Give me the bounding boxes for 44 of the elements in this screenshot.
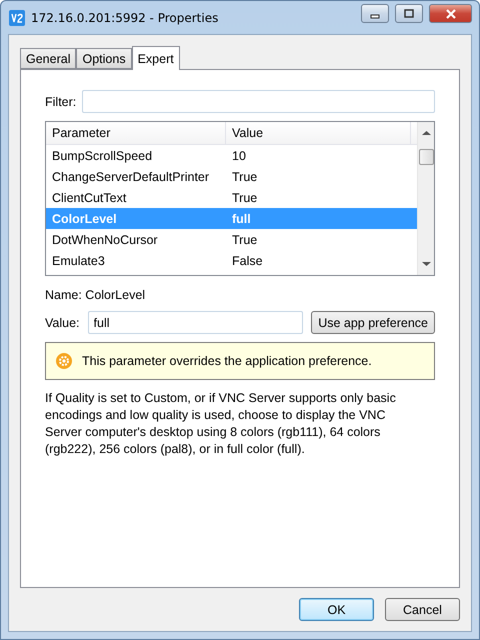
table-cell-text: ColorLevel (51, 210, 118, 228)
table-cell-text: 10 (231, 148, 247, 164)
scroll-thumb[interactable] (418, 149, 434, 165)
scroll-up-icon[interactable] (422, 130, 430, 136)
table-cell-text: False (231, 252, 264, 270)
description-text: If Quality is set to Custom, or if VNC Server supports only basic encodings and low quality is used, choose to display the VNC Server computer's desktop using 8 colors (rgb111), 64 colors (rgb222), 256 colors (pal8), or in full color (full). (45, 390, 397, 458)
table-cell-text: True (231, 232, 258, 248)
minimize-button[interactable] (361, 4, 389, 23)
table-cell-text: Emulate3 (51, 252, 106, 270)
column-header[interactable]: Value (226, 122, 411, 144)
maximize-button[interactable] (395, 4, 423, 23)
table-cell-text: full (231, 210, 252, 228)
tab[interactable]: Expert (132, 46, 180, 70)
ok-button[interactable]: OK (299, 598, 374, 621)
table-cell-text: BumpScrollSpeed (51, 148, 154, 165)
value-field[interactable]: full (88, 311, 304, 334)
value-label: Value: (45, 316, 80, 330)
table-row[interactable]: DotWhenNoCursor True (46, 229, 417, 250)
notice-text: This parameter overrides the application preference. (82, 354, 372, 368)
filter-field[interactable] (82, 90, 435, 113)
window-title: 172.16.0.201:5992 - Properties (31, 10, 220, 24)
cancel-button[interactable]: Cancel (385, 598, 460, 621)
gear-icon (56, 353, 72, 369)
scroll-down-icon[interactable] (422, 261, 430, 267)
table-row[interactable]: Emulate3 False (46, 250, 417, 271)
table-row[interactable]: ClientCutText True (46, 187, 417, 208)
table-cell-text: ChangeServerDefaultPrinter (51, 168, 210, 186)
table-cell-text: True (231, 168, 258, 186)
scrollbar[interactable] (417, 122, 434, 275)
tab[interactable]: General (20, 48, 76, 69)
table-row[interactable]: ChangeServerDefaultPrinter True (46, 166, 417, 187)
table-cell-text: ClientCutText (51, 190, 128, 206)
filter-label: Filter: (45, 94, 76, 108)
app-icon (9, 10, 25, 26)
table-row[interactable]: BumpScrollSpeed 10 (46, 145, 417, 166)
close-icon (444, 8, 456, 18)
table-cell-text: DotWhenNoCursor (51, 232, 159, 248)
table-cell-text: True (231, 190, 258, 206)
maximize-icon (403, 8, 415, 18)
use-app-preference-button[interactable]: Use app preference (311, 311, 435, 334)
close-button[interactable] (429, 4, 472, 23)
column-header[interactable]: Parameter (46, 122, 226, 144)
name-label: Name: ColorLevel (45, 288, 146, 302)
tab[interactable]: Options (76, 48, 132, 69)
